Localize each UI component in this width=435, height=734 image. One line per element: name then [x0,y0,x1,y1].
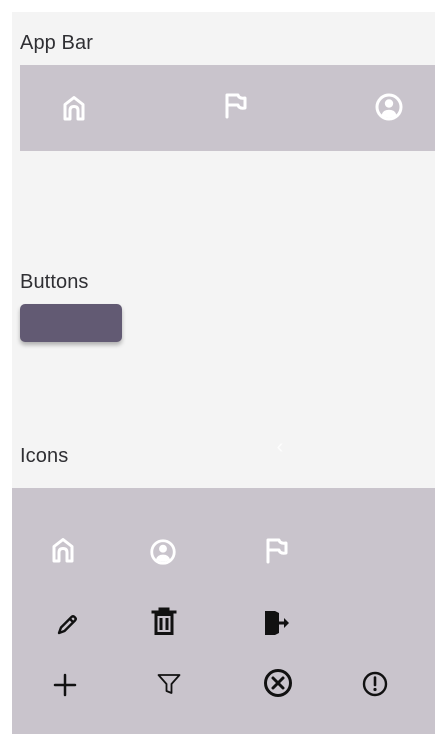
app-bar [20,65,435,151]
app-bar-flag-button[interactable] [219,88,253,122]
plus-icon [53,673,77,697]
icon-home-button[interactable] [46,532,80,566]
icon-alert-button[interactable] [358,667,392,701]
exit-door-icon [265,611,289,635]
icon-logout-button[interactable] [258,606,292,640]
chevron-left-icon: ‹ [276,436,284,458]
app-bar-home-button[interactable] [57,90,91,124]
icon-flag-button[interactable] [260,533,294,567]
buttons-section-title: Buttons [20,271,89,293]
flag-icon [225,93,247,119]
icons-section-title: Icons [20,445,69,467]
icon-filter-button[interactable] [152,667,186,701]
filter-icon [157,674,181,694]
icon-account-button[interactable] [146,535,180,569]
app-bar-section-title: App Bar [20,32,93,54]
app-bar-account-button[interactable] [372,90,406,124]
pencil-icon [57,615,77,635]
component-showcase: App Bar Buttons Icons ‹ [12,12,435,734]
primary-button[interactable] [20,304,122,342]
icon-edit-button[interactable] [50,608,84,642]
account-icon [150,539,176,565]
cancel-circle-icon [264,669,292,697]
alert-circle-icon [362,671,388,697]
app-screen: App Bar Buttons Icons ‹ [0,0,435,734]
trash-icon [151,607,177,635]
home-icon [63,96,85,121]
account-icon [375,93,403,121]
icon-add-button[interactable] [48,668,82,702]
icon-delete-button[interactable] [147,605,181,639]
icons-panel [12,488,435,734]
flag-icon [266,538,288,564]
home-icon [52,538,74,563]
icon-cancel-button[interactable] [261,666,295,700]
